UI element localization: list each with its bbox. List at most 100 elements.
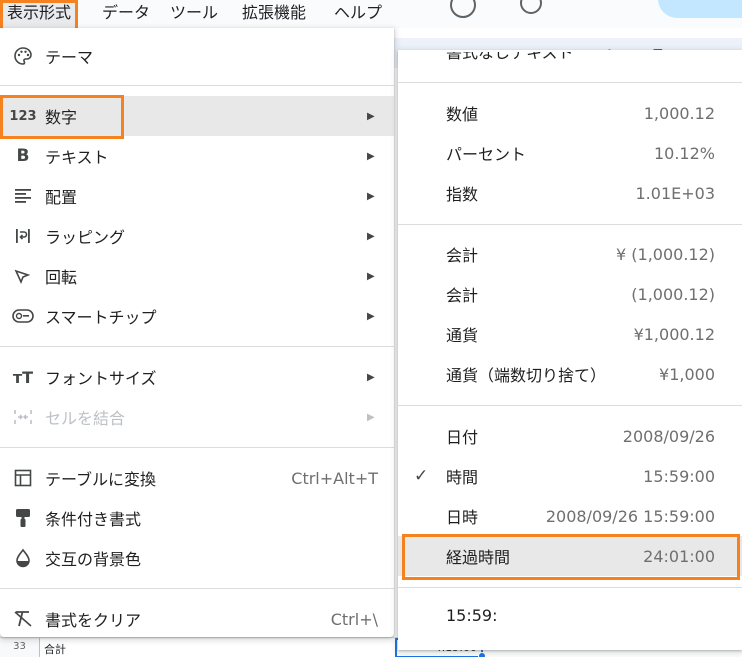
clear-format-icon [11, 607, 35, 631]
merge-cells-icon [11, 405, 35, 429]
format-example: 15:59:00 [643, 466, 715, 486]
format-financial[interactable]: 会計 (1,000.12) [398, 274, 742, 314]
menubar: 表示形式 データ ツール 拡張機能 ヘルプ [0, 0, 742, 38]
separator [0, 346, 394, 347]
submenu-arrow-icon: ▶ [367, 270, 375, 282]
shortcut-label: Ctrl+\ [330, 609, 378, 629]
submenu-arrow-icon: ▶ [367, 150, 375, 162]
format-currency[interactable]: 通貨 ¥1,000.12 [398, 314, 742, 354]
submenu-arrow-icon: ▶ [367, 110, 375, 122]
paint-roller-icon [11, 506, 35, 530]
comment-icon[interactable] [520, 0, 542, 14]
menu-item-label: 回転 [45, 268, 78, 287]
number-123-icon: 123 [9, 108, 37, 124]
format-label: 日時 [446, 508, 479, 527]
menu-tools[interactable]: ツール [166, 0, 222, 28]
separator [398, 587, 742, 588]
format-example: ¥ (1,000.12) [616, 244, 715, 264]
fill-handle[interactable] [478, 652, 486, 657]
checkmark-icon: ✓ [414, 466, 429, 486]
number-format-submenu: 書式なしテキスト 数値 1,000.12 パーセント 10.12% 指数 1.0… [398, 50, 742, 650]
format-example: 24:01:00 [643, 546, 715, 566]
cell-label[interactable]: 合計 [44, 641, 66, 657]
submenu-arrow-icon: ▶ [367, 411, 375, 423]
menu-item-label: スマートチップ [45, 308, 157, 327]
menu-item-conditional-format[interactable]: 条件付き書式 [0, 498, 394, 538]
font-size-icon: тT [12, 367, 34, 387]
palette-icon [11, 44, 35, 68]
format-label: 会計 [446, 246, 479, 265]
menu-item-label: 交互の背景色 [45, 550, 142, 569]
separator [398, 405, 742, 406]
submenu-arrow-icon: ▶ [367, 371, 375, 383]
format-example: ¥1,000.12 [633, 324, 715, 344]
menu-item-label: ラッピング [45, 228, 126, 247]
menu-item-font-size[interactable]: тT フォントサイズ ▶ [0, 357, 394, 397]
table-icon [11, 466, 35, 490]
format-label: 経過時間 [446, 548, 511, 567]
menu-item-label: テーマ [45, 48, 94, 67]
menu-help[interactable]: ヘルプ [330, 0, 386, 28]
row-number[interactable]: 33 [0, 638, 40, 657]
rotate-text-icon [11, 264, 35, 288]
plain-text-item[interactable]: 書式なしテキスト [446, 52, 574, 64]
smart-chip-icon [11, 304, 35, 328]
format-date[interactable]: 日付 2008/09/26 [398, 416, 742, 456]
menu-item-alternating-colors[interactable]: 交互の背景色 [0, 538, 394, 578]
align-left-icon [11, 184, 35, 208]
format-example: (1,000.12) [631, 284, 715, 304]
menu-item-label: 配置 [45, 188, 78, 207]
format-example: 2008/09/26 15:59:00 [545, 506, 715, 526]
submenu-arrow-icon: ▶ [367, 310, 375, 322]
shortcut-label: Ctrl+Alt+T [291, 468, 378, 488]
format-currency-rounded[interactable]: 通貨（端数切り捨て） ¥1,000 [398, 354, 742, 394]
menu-item-number[interactable]: 123 数字 ▶ [0, 96, 394, 136]
format-scientific[interactable]: 指数 1.01E+03 [398, 173, 742, 213]
bold-icon: B [16, 146, 30, 166]
menu-item-rotation[interactable]: 回転 ▶ [0, 256, 394, 296]
separator [398, 82, 742, 83]
submenu-arrow-icon: ▶ [367, 230, 375, 242]
menu-item-clear-format[interactable]: 書式をクリア Ctrl+\ [0, 599, 394, 639]
format-accounting[interactable]: 会計 ¥ (1,000.12) [398, 234, 742, 274]
separator [0, 85, 394, 86]
menu-item-wrapping[interactable]: ラッピング ▶ [0, 216, 394, 256]
separator [0, 588, 394, 589]
format-label: 時間 [446, 468, 479, 487]
menu-item-alignment[interactable]: 配置 ▶ [0, 176, 394, 216]
menu-item-convert-table[interactable]: テーブルに変換 Ctrl+Alt+T [0, 458, 394, 498]
menu-item-text[interactable]: B テキスト ▶ [0, 136, 394, 176]
format-example: 10.12% [653, 143, 715, 163]
menu-item-label: 書式をクリア [45, 611, 142, 630]
format-menu: テーマ 123 数字 ▶ B テキスト ▶ 配置 ▶ ラッピング ▶ 回転 ▶ [0, 28, 394, 637]
format-label: 通貨（端数切り捨て） [446, 366, 607, 385]
menu-item-label: 条件付き書式 [45, 510, 142, 529]
format-number[interactable]: 数値 1,000.12 [398, 93, 742, 133]
format-example: 1.01E+03 [635, 183, 716, 203]
format-label: 数値 [446, 105, 479, 124]
format-example: ¥1,000 [659, 364, 715, 384]
menu-data[interactable]: データ [98, 0, 154, 28]
format-percent[interactable]: パーセント 10.12% [398, 133, 742, 173]
history-icon[interactable] [450, 0, 476, 18]
separator [0, 447, 394, 448]
menu-item-merge-cells[interactable]: セルを結合 ▶ [0, 397, 394, 437]
format-datetime[interactable]: 日時 2008/09/26 15:59:00 [398, 496, 742, 536]
menu-extensions[interactable]: 拡張機能 [238, 0, 310, 28]
format-example: 1,000.12 [643, 103, 715, 123]
menu-item-smart-chip[interactable]: スマートチップ ▶ [0, 296, 394, 336]
format-time[interactable]: ✓ 時間 15:59:00 [398, 456, 742, 496]
separator [398, 224, 742, 225]
format-label: 指数 [446, 185, 479, 204]
wrap-icon [11, 224, 35, 248]
submenu-arrow-icon: ▶ [367, 190, 375, 202]
format-custom-recent[interactable]: 15:59: [398, 595, 742, 635]
fill-drop-icon [11, 546, 35, 570]
format-label: 通貨 [446, 326, 479, 345]
menu-item-theme[interactable]: テーマ [0, 36, 394, 76]
format-label: パーセント [446, 145, 527, 164]
menu-item-label: テーブルに変換 [45, 470, 157, 489]
format-duration[interactable]: 経過時間 24:01:00 [398, 536, 742, 576]
format-example: 2008/09/26 [622, 426, 715, 446]
share-button[interactable] [658, 0, 742, 18]
